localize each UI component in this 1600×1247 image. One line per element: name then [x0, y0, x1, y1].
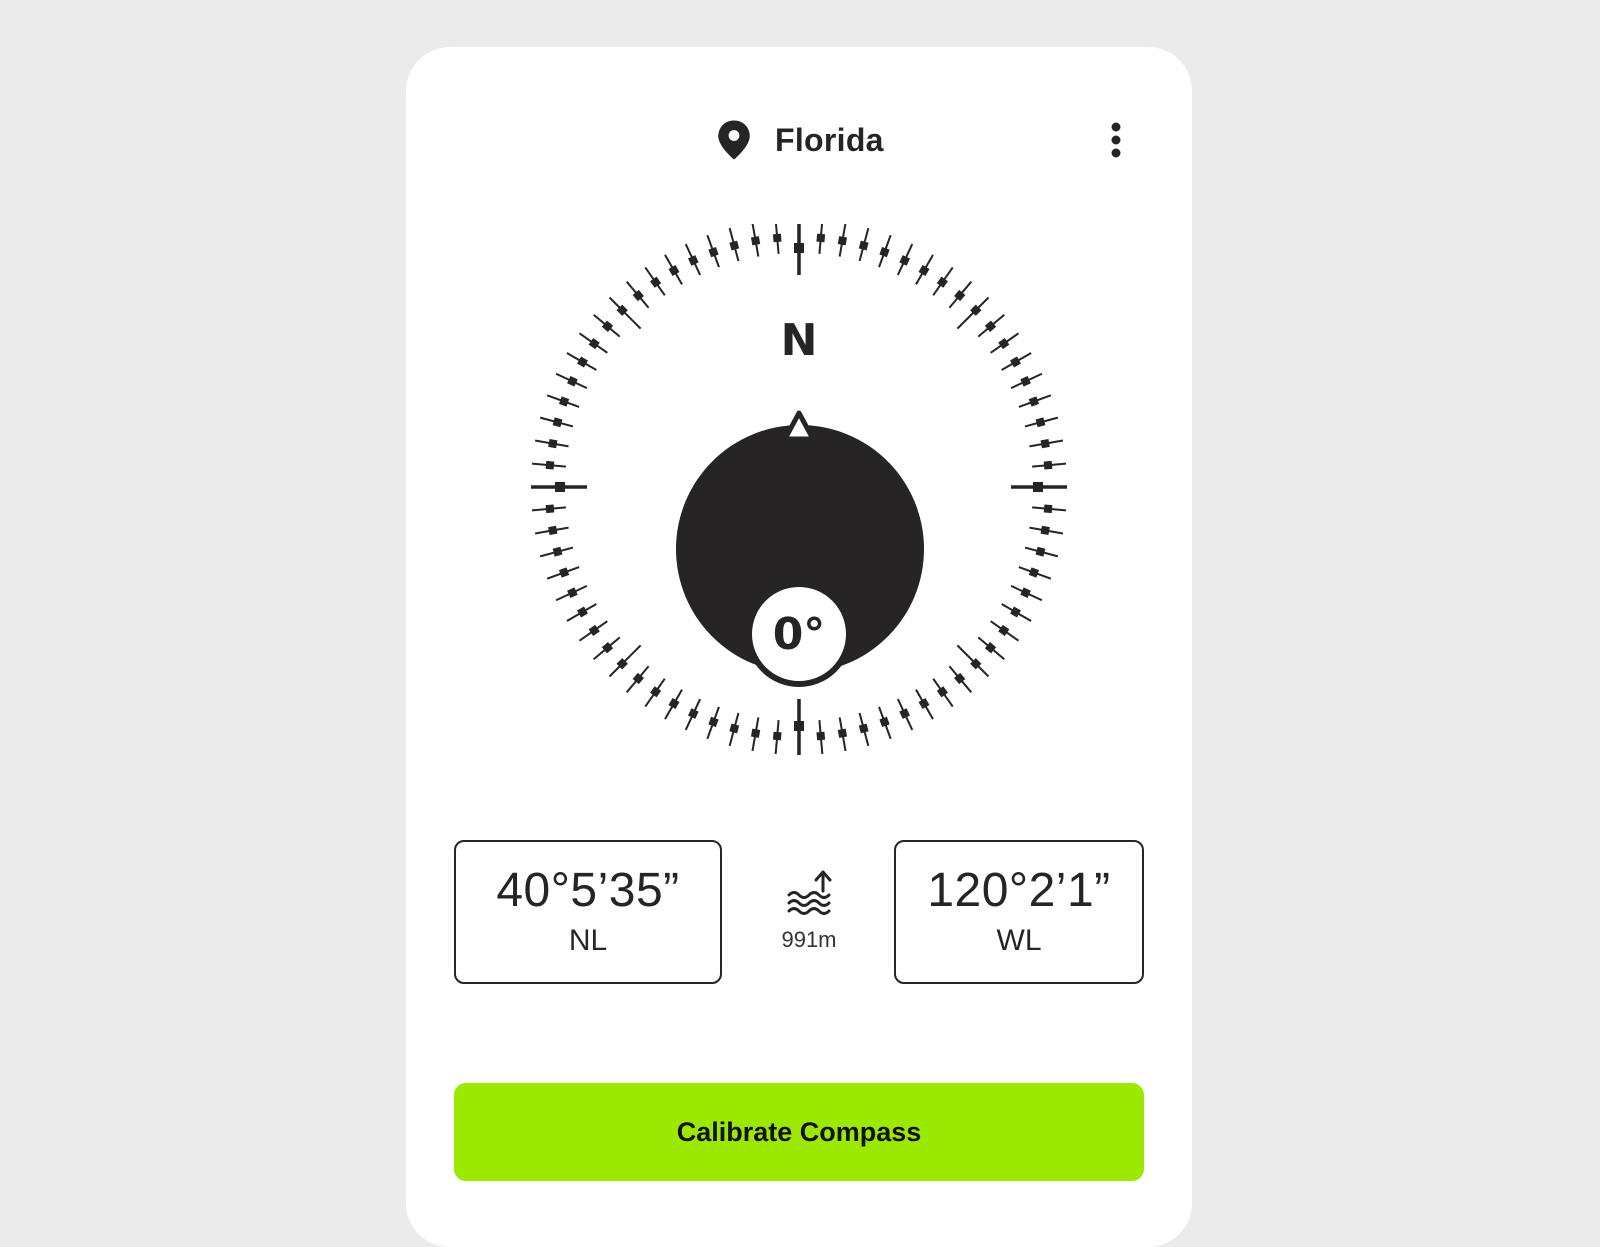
compass-tick [728, 712, 740, 747]
map-pin-icon [718, 120, 750, 160]
altitude-value: 991m [781, 927, 837, 952]
compass-tick [625, 665, 650, 693]
compass-tick [1001, 603, 1032, 622]
compass-tick [1032, 460, 1067, 470]
compass-tick [684, 698, 702, 731]
sea-level-altitude-icon [787, 870, 832, 915]
compass-tick [644, 266, 666, 296]
compass-tick [977, 636, 1005, 661]
compass-tick [546, 566, 580, 580]
compass-tick [1001, 352, 1032, 371]
compass-tick [546, 394, 580, 408]
location-header[interactable]: Florida [715, 115, 884, 165]
compass-tick [706, 234, 720, 268]
compass-tick [915, 689, 934, 720]
compass-tick [664, 689, 683, 720]
heading-readout: 0° [773, 609, 826, 660]
compass-tick [1018, 394, 1052, 408]
compass-tick [539, 546, 574, 558]
compass-tick [772, 720, 782, 755]
compass-tick [896, 243, 914, 276]
compass-tick [534, 438, 569, 449]
compass-tick [531, 482, 587, 492]
compass-tick [750, 717, 761, 752]
compass-tick [858, 712, 870, 747]
longitude-box[interactable]: 120°2’1” WL [894, 840, 1144, 984]
compass-tick [728, 227, 740, 262]
compass-card: Florida N 0° 40°5’35” NL 991m 120°2’1” W… [406, 47, 1192, 1247]
latitude-value: 40°5’35” [496, 864, 680, 917]
compass-tick [794, 224, 804, 275]
compass-tick [816, 224, 826, 254]
compass-tick [664, 254, 683, 285]
compass-tick [878, 706, 892, 740]
compass-tick [837, 224, 848, 257]
compass-tick [1011, 482, 1067, 492]
more-vertical-icon [1111, 122, 1121, 158]
compass-tick [772, 224, 782, 254]
compass-tick [531, 504, 566, 514]
compass-tick [837, 717, 848, 752]
compass-tick [539, 416, 574, 428]
latitude-direction: NL [568, 924, 608, 957]
compass-tick [706, 706, 720, 740]
compass-tick [578, 332, 608, 354]
compass-tick [858, 227, 870, 262]
compass-tick [977, 313, 1005, 338]
longitude-direction: WL [996, 924, 1042, 957]
compass-tick [896, 698, 914, 731]
latitude-box[interactable]: 40°5’35” NL [454, 840, 722, 984]
compass-tick [1029, 438, 1064, 449]
compass-tick [878, 234, 892, 268]
compass-tick [1032, 504, 1067, 514]
compass-tick [948, 281, 973, 309]
compass-tick [578, 620, 608, 642]
compass-tick [555, 584, 588, 602]
compass-tick [1024, 546, 1059, 558]
compass-tick [1018, 566, 1052, 580]
compass-tick [531, 460, 566, 470]
more-options-button[interactable] [1104, 115, 1128, 165]
compass-tick [750, 224, 761, 257]
compass-tick [566, 352, 597, 371]
compass-tick [794, 699, 804, 755]
compass-dial[interactable]: N 0° [519, 224, 1079, 784]
compass-tick [915, 254, 934, 285]
compass-tick [1010, 584, 1043, 602]
compass-dial-graphic: N 0° [531, 224, 1067, 755]
compass-tick [932, 678, 954, 708]
compass-tick [816, 720, 826, 755]
compass-tick [990, 332, 1020, 354]
compass-tick [593, 313, 621, 338]
compass-tick [948, 665, 973, 693]
compass-tick [1024, 416, 1059, 428]
north-label: N [781, 315, 818, 366]
compass-tick [684, 243, 702, 276]
altitude-indicator: 991m [746, 869, 872, 953]
longitude-value: 120°2’1” [927, 864, 1111, 917]
compass-tick [555, 372, 588, 390]
location-name: Florida [775, 121, 884, 158]
compass-tick [990, 620, 1020, 642]
compass-tick [1029, 525, 1064, 536]
compass-tick [534, 525, 569, 536]
compass-tick [932, 266, 954, 296]
compass-tick [593, 636, 621, 661]
compass-tick [1010, 372, 1043, 390]
compass-tick [625, 281, 650, 309]
heading-pointer-icon [782, 410, 816, 442]
calibrate-compass-button[interactable]: Calibrate Compass [454, 1083, 1144, 1181]
compass-tick [644, 678, 666, 708]
compass-tick [566, 603, 597, 622]
